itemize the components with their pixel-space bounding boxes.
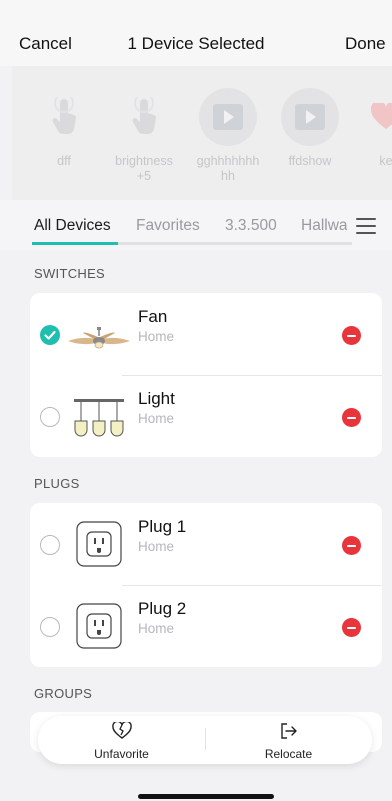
scene-label: ke [379,154,392,168]
tab-track [118,242,352,245]
ceiling-fan-icon [66,309,132,359]
scene-item[interactable]: ke [354,88,392,169]
section-title-groups: GROUPS [34,686,93,701]
heart-icon [357,88,392,146]
scene-label: dff [57,154,71,168]
scene-item[interactable]: gghhhhhhhhh [196,88,260,184]
tab-3-3-500[interactable]: 3.3.500 [225,217,277,235]
section-title-switches: SWITCHES [34,266,106,281]
remove-device-button[interactable] [342,536,361,555]
scene-item[interactable]: brightness+5 [112,88,176,184]
tab-hallway[interactable]: Hallway [301,217,347,235]
remove-device-button[interactable] [342,326,361,345]
remove-device-button[interactable] [342,408,361,427]
device-row-plug-2[interactable]: Plug 2 Home [30,585,382,667]
device-row-plug-1[interactable]: Plug 1 Home [30,503,382,585]
unselected-check-icon[interactable] [40,617,60,637]
scene-label: gghhhhhhhhh [196,154,260,183]
tab-bar: All Devices Favorites 3.3.500 Hallway [0,200,392,250]
scene-label: ffdshow [288,154,332,168]
tap-hand-icon [115,88,173,146]
scene-item[interactable]: ffdshow [278,88,342,169]
relocate-button[interactable]: Relocate [205,722,372,761]
unselected-check-icon[interactable] [40,407,60,427]
scene-item[interactable]: dff [32,88,96,169]
tab-favorites[interactable]: Favorites [136,217,200,235]
home-indicator [138,794,274,799]
device-name: Plug 1 [138,517,187,536]
tap-hand-icon [35,88,93,146]
relocate-label: Relocate [264,747,313,761]
menu-icon[interactable] [356,218,376,234]
unselected-check-icon[interactable] [40,535,60,555]
play-icon [199,88,257,146]
pendant-light-icon [70,391,128,441]
active-tab-indicator [32,242,118,245]
unfavorite-button[interactable]: Unfavorite [38,720,205,761]
device-name: Plug 2 [138,599,187,618]
scene-label: brightness+5 [115,154,173,183]
device-location: Home [138,329,175,344]
tab-all-devices[interactable]: All Devices [34,217,111,235]
plugs-card: Plug 1 Home Plug 2 Home [30,503,382,667]
broken-heart-icon [111,720,132,739]
smart-plug-icon [74,519,124,569]
top-bar: Cancel 1 Device Selected Done [0,0,392,66]
selected-check-icon[interactable] [40,325,60,345]
remove-device-button[interactable] [342,618,361,637]
done-button[interactable]: Done [345,34,386,54]
section-title-plugs: PLUGS [34,476,80,491]
device-location: Home [138,621,175,636]
device-row-light[interactable]: Light Home [30,375,382,457]
device-name: Fan [138,307,168,326]
play-icon [281,88,339,146]
device-location: Home [138,539,175,554]
smart-plug-icon [74,601,124,651]
relocate-icon [280,723,297,739]
device-location: Home [138,411,175,426]
page-title: 1 Device Selected [127,34,265,53]
scenes-strip: dff brightness+5 gghhhhhhhhh ffdshow ke [12,66,392,200]
switches-card: Fan Home Light Home [30,293,382,457]
device-name: Light [138,389,175,408]
unfavorite-label: Unfavorite [94,747,149,761]
action-bar: Unfavorite Relocate [38,716,372,764]
device-row-fan[interactable]: Fan Home [30,293,382,375]
